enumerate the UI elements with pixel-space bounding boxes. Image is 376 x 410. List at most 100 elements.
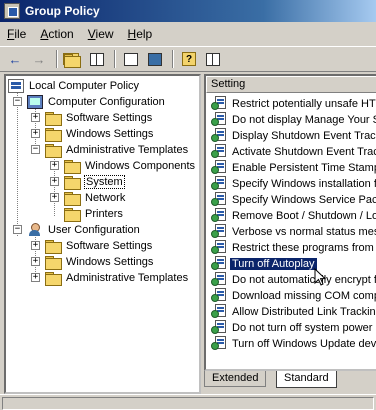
setting-row[interactable]: Do not automatically encrypt file: [206, 271, 376, 288]
expand-icon[interactable]: +: [31, 273, 40, 282]
tree-label: User Configuration: [48, 224, 140, 236]
collapse-icon[interactable]: −: [13, 97, 22, 106]
policy-setting-icon: [211, 240, 227, 255]
tree-node-user-administrative-templates[interactable]: + Administrative Templates: [31, 270, 189, 286]
setting-row[interactable]: Verbose vs normal status messa: [206, 223, 376, 240]
setting-row[interactable]: Activate Shutdown Event Track: [206, 143, 376, 160]
tree-node-windows-components[interactable]: + Windows Components: [50, 158, 196, 174]
tree-label-selected: System: [84, 175, 125, 189]
setting-label: Enable Persistent Time Stamp: [232, 161, 376, 174]
collapse-icon[interactable]: −: [31, 145, 40, 154]
tab-extended[interactable]: Extended: [204, 371, 267, 387]
show-hide-tree-icon[interactable]: [86, 49, 108, 69]
tab-standard[interactable]: Standard: [276, 371, 337, 388]
tree-node-network[interactable]: + Network: [50, 190, 126, 206]
column-header-setting[interactable]: Setting: [206, 76, 376, 93]
setting-row[interactable]: Allow Distributed Link Tracking: [206, 303, 376, 320]
setting-row[interactable]: Enable Persistent Time Stamp: [206, 159, 376, 176]
setting-row[interactable]: Specify Windows Service Pack: [206, 191, 376, 208]
title-bar[interactable]: Group Policy: [0, 0, 376, 22]
tree-node-printers[interactable]: Printers: [64, 206, 124, 222]
setting-row[interactable]: Do not turn off system power af: [206, 319, 376, 336]
expand-icon[interactable]: +: [31, 257, 40, 266]
setting-label: Specify Windows Service Pack: [232, 193, 376, 206]
folder-icon: [45, 112, 62, 126]
tree-label: Administrative Templates: [66, 272, 189, 284]
menu-view[interactable]: View: [81, 27, 121, 41]
open-folder-icon: [45, 144, 62, 158]
policy-setting-icon: [211, 208, 227, 223]
status-bar: [0, 394, 376, 410]
tree-node-software-settings[interactable]: + Software Settings: [31, 110, 153, 126]
tree-label: Windows Settings: [66, 128, 154, 140]
setting-label: Remove Boot / Shutdown / Lo: [232, 209, 376, 222]
back-icon[interactable]: ←: [4, 49, 26, 69]
view-tabs: Extended Standard: [204, 371, 376, 391]
setting-label: Turn off Windows Update devic: [232, 337, 376, 350]
tree-label: Windows Settings: [66, 256, 154, 268]
group-policy-app-icon[interactable]: [4, 3, 20, 19]
setting-row[interactable]: Do not display Manage Your Se: [206, 111, 376, 128]
detail-view-icon[interactable]: [202, 49, 224, 69]
setting-label: Turn off Autoplay: [230, 257, 317, 270]
setting-row[interactable]: Remove Boot / Shutdown / Lo: [206, 207, 376, 224]
tree-label: Administrative Templates: [66, 144, 189, 156]
policy-setting-icon: [211, 128, 227, 143]
menu-file-rest: ile: [14, 27, 27, 41]
up-folder-icon[interactable]: [62, 49, 84, 69]
folder-icon: [45, 128, 62, 142]
toolbar-separator: [56, 50, 58, 68]
tree-node-user-configuration[interactable]: − User Configuration: [13, 222, 141, 238]
tree-node-root[interactable]: Local Computer Policy: [8, 78, 140, 94]
menu-action[interactable]: Action: [33, 27, 80, 41]
export-list-icon[interactable]: [144, 49, 166, 69]
help-icon[interactable]: ?: [178, 49, 200, 69]
expand-icon[interactable]: +: [50, 161, 59, 170]
menu-help-rest: elp: [136, 27, 153, 41]
tree-node-system[interactable]: + System: [50, 174, 125, 190]
console-tree[interactable]: Local Computer Policy − Computer Configu…: [4, 74, 201, 394]
policy-setting-icon: [211, 256, 227, 271]
setting-label: Allow Distributed Link Tracking: [232, 305, 376, 318]
folder-icon: [45, 240, 62, 254]
menu-file[interactable]: File: [0, 27, 33, 41]
setting-label: Restrict these programs from be: [232, 241, 376, 254]
setting-label: Activate Shutdown Event Track: [232, 145, 376, 158]
setting-label: Download missing COM compo: [232, 289, 376, 302]
tree-node-administrative-templates[interactable]: − Administrative Templates: [31, 142, 189, 158]
tree-node-windows-settings[interactable]: + Windows Settings: [31, 126, 154, 142]
setting-row[interactable]: Display Shutdown Event Track: [206, 127, 376, 144]
policy-icon: [8, 79, 24, 93]
folder-icon: [64, 208, 81, 222]
menu-help-accel: H: [127, 27, 137, 41]
menu-help[interactable]: Help: [121, 27, 160, 41]
status-panel: [2, 397, 374, 410]
collapse-icon[interactable]: −: [13, 225, 22, 234]
tree-label: Local Computer Policy: [29, 80, 140, 92]
expand-icon[interactable]: +: [50, 177, 59, 186]
tree-node-computer-configuration[interactable]: − Computer Configuration: [13, 94, 166, 110]
properties-icon[interactable]: [120, 49, 142, 69]
expand-icon[interactable]: +: [31, 241, 40, 250]
expand-icon[interactable]: +: [31, 129, 40, 138]
policy-setting-icon: [211, 320, 227, 335]
setting-row[interactable]: Restrict these programs from be: [206, 239, 376, 256]
window-title: Group Policy: [25, 4, 100, 18]
forward-icon[interactable]: →: [28, 49, 50, 69]
menu-view-accel: V: [87, 27, 96, 41]
expand-icon[interactable]: +: [50, 193, 59, 202]
tree-node-user-windows-settings[interactable]: + Windows Settings: [31, 254, 154, 270]
tree-node-user-software-settings[interactable]: + Software Settings: [31, 238, 153, 254]
setting-label: Do not display Manage Your Se: [232, 113, 376, 126]
setting-row[interactable]: Turn off Autoplay: [206, 255, 376, 272]
setting-row[interactable]: Restrict potentially unsafe HTM: [206, 95, 376, 112]
setting-label: Verbose vs normal status messa: [232, 225, 376, 238]
setting-row[interactable]: Download missing COM compo: [206, 287, 376, 304]
policy-setting-icon: [211, 144, 227, 159]
toolbar-separator: [172, 50, 174, 68]
setting-row[interactable]: Specify Windows installation file: [206, 175, 376, 192]
expand-icon[interactable]: +: [31, 113, 40, 122]
setting-row[interactable]: Turn off Windows Update devic: [206, 335, 376, 352]
settings-list[interactable]: Setting Restrict potentially unsafe HTM D…: [204, 74, 376, 371]
tree-label: Windows Components: [85, 160, 196, 172]
